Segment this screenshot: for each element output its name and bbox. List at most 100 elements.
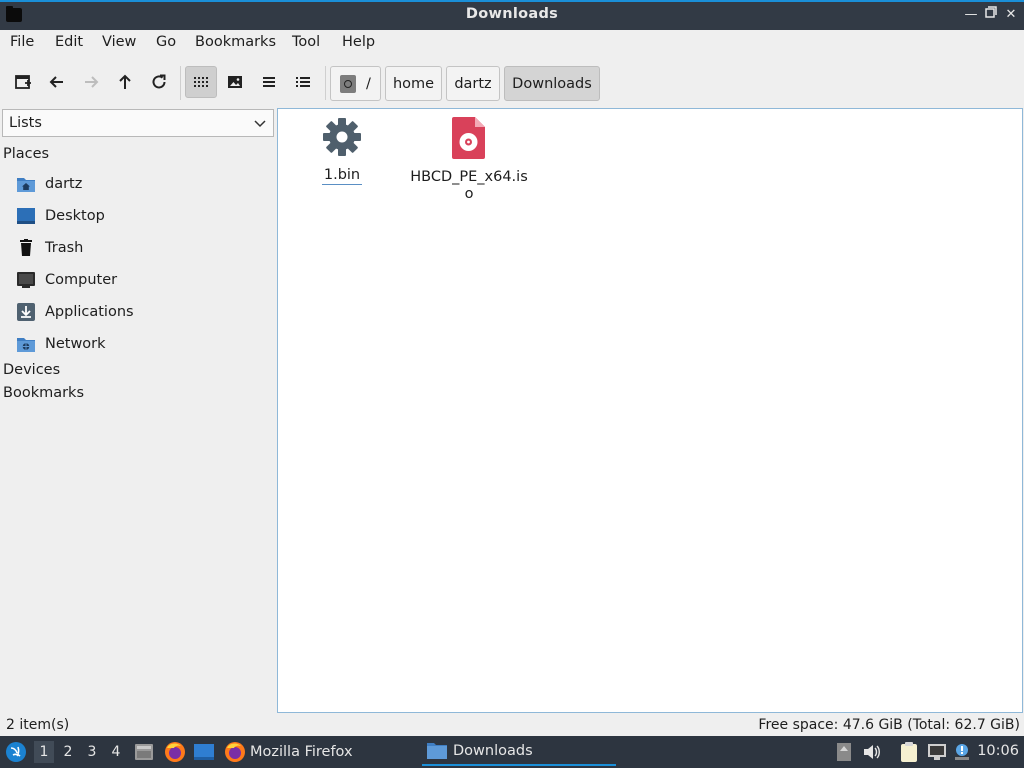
menu-edit[interactable]: Edit: [55, 34, 83, 50]
chevron-down-icon: [254, 120, 266, 128]
tray-volume[interactable]: [862, 742, 882, 762]
computer-icon: [17, 272, 35, 288]
file-item-1-bin[interactable]: 1.bin: [305, 117, 379, 185]
clipboard-icon: [901, 742, 917, 762]
package-update-icon: [837, 743, 851, 761]
compact-view-button[interactable]: [253, 66, 285, 98]
workspace-3[interactable]: 3: [82, 741, 102, 763]
menu-file[interactable]: File: [10, 34, 34, 50]
menu-view[interactable]: View: [102, 34, 136, 50]
place-label: Desktop: [45, 208, 105, 224]
clock[interactable]: 10:06: [977, 743, 1019, 759]
disc-image-icon: [452, 117, 485, 159]
folder-icon: [427, 743, 447, 759]
menu-tool[interactable]: Tool: [292, 34, 320, 50]
task-label: Mozilla Firefox: [250, 744, 353, 760]
back-button[interactable]: [41, 66, 73, 98]
up-button[interactable]: [109, 66, 141, 98]
side-pane-mode-value: Lists: [9, 115, 42, 131]
new-tab-icon: [15, 75, 31, 89]
lubuntu-logo-icon: [6, 742, 26, 762]
place-applications[interactable]: Applications: [16, 300, 266, 324]
place-trash[interactable]: Trash: [16, 236, 266, 260]
breadcrumb-root-label: /: [366, 75, 371, 92]
tray-notification[interactable]: [952, 742, 972, 762]
list-compact-icon: [263, 77, 275, 87]
grid-icon: [194, 77, 208, 87]
restore-icon: [985, 6, 997, 18]
info-icon: [955, 744, 969, 760]
image-icon: [228, 76, 242, 88]
icon-view-button[interactable]: [185, 66, 217, 98]
list-detailed-icon: [296, 77, 310, 87]
arrow-left-icon: [49, 76, 63, 88]
place-label: Trash: [45, 240, 84, 256]
reload-button[interactable]: [143, 66, 175, 98]
workspace-2[interactable]: 2: [58, 741, 78, 763]
place-computer[interactable]: Computer: [16, 268, 266, 292]
task-label: Downloads: [453, 743, 533, 759]
breadcrumb-home[interactable]: home: [385, 66, 442, 101]
firefox-icon: [225, 742, 245, 762]
statusbar: 2 item(s) Free space: 47.6 GiB (Total: 6…: [0, 714, 1024, 736]
file-manager-icon: [135, 744, 153, 760]
file-name: HBCD_PE_x64.iso: [410, 169, 528, 202]
firefox-icon: [165, 742, 185, 762]
devices-header[interactable]: Devices: [3, 362, 60, 378]
file-view[interactable]: 1.bin HBCD_PE_x64.iso: [277, 108, 1023, 713]
window-title: Downloads: [465, 6, 559, 22]
taskbar: 1 2 3 4 Mozilla Firefox Downloads 10:06: [0, 736, 1024, 768]
menu-bookmarks[interactable]: Bookmarks: [195, 34, 276, 50]
desktop-icon: [17, 208, 35, 224]
breadcrumb-dartz[interactable]: dartz: [446, 66, 500, 101]
start-menu-button[interactable]: [5, 740, 27, 764]
toolbar-separator: [180, 66, 181, 100]
breadcrumb-downloads[interactable]: Downloads: [504, 66, 600, 101]
show-desktop-icon: [194, 744, 214, 760]
breadcrumb-dartz-label: dartz: [454, 75, 492, 92]
applications-icon: [17, 303, 35, 321]
tray-network[interactable]: [926, 742, 948, 762]
task-firefox[interactable]: Mozilla Firefox: [224, 738, 416, 766]
task-downloads[interactable]: Downloads: [422, 738, 616, 766]
drive-root-icon: [340, 74, 357, 93]
free-space: Free space: 47.6 GiB (Total: 62.7 GiB): [758, 717, 1020, 733]
bookmarks-header[interactable]: Bookmarks: [3, 385, 84, 401]
new-tab-button[interactable]: [7, 66, 39, 98]
menu-go[interactable]: Go: [156, 34, 176, 50]
thumbnail-view-button[interactable]: [219, 66, 251, 98]
close-button[interactable]: ✕: [1002, 6, 1020, 24]
detailed-view-button[interactable]: [287, 66, 319, 98]
side-pane-mode-select[interactable]: Lists: [2, 109, 274, 137]
file-item-hbcd-iso[interactable]: HBCD_PE_x64.iso: [410, 117, 528, 203]
workspace-1[interactable]: 1: [34, 741, 54, 763]
tray-update-indicator[interactable]: [834, 742, 854, 762]
place-network[interactable]: Network: [16, 332, 266, 356]
network-wired-icon: [928, 744, 946, 760]
places-header[interactable]: Places: [3, 146, 49, 162]
launcher-file-manager[interactable]: [134, 740, 154, 764]
breadcrumb-home-label: home: [392, 75, 435, 92]
workspace-4[interactable]: 4: [106, 741, 126, 763]
toolbar-separator: [325, 66, 326, 100]
trash-icon: [20, 239, 32, 256]
breadcrumb-downloads-label: Downloads: [512, 75, 592, 92]
place-label: Network: [45, 336, 106, 352]
file-name: 1.bin: [321, 167, 363, 185]
arrow-up-icon: [119, 74, 131, 89]
forward-button[interactable]: [75, 66, 107, 98]
tray-clipboard[interactable]: [898, 742, 920, 762]
binary-gear-icon: [323, 118, 361, 156]
network-icon: [17, 338, 35, 352]
volume-icon: [864, 745, 880, 759]
maximize-button[interactable]: [982, 6, 1000, 24]
minimize-button[interactable]: —: [962, 6, 980, 24]
breadcrumb-root[interactable]: /: [330, 66, 381, 101]
launcher-firefox[interactable]: [164, 740, 186, 764]
window-titlebar[interactable]: Downloads — ✕: [0, 0, 1024, 30]
launcher-desktop[interactable]: [193, 740, 215, 764]
place-desktop[interactable]: Desktop: [16, 204, 266, 228]
menu-help[interactable]: Help: [342, 34, 375, 50]
place-dartz[interactable]: dartz: [16, 172, 266, 196]
home-folder-icon: [17, 178, 35, 192]
